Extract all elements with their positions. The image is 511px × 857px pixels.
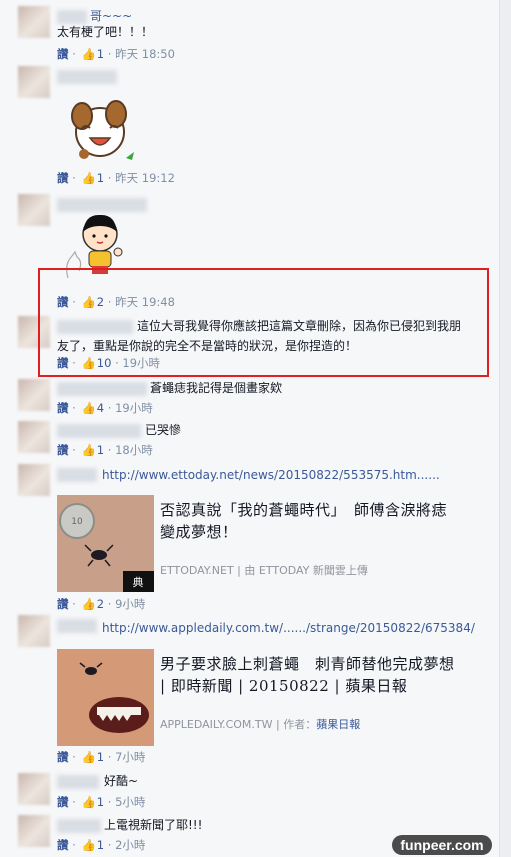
blurred-name	[57, 775, 99, 789]
avatar[interactable]	[18, 421, 50, 453]
timestamp[interactable]: 19小時	[115, 401, 153, 415]
comment-link[interactable]: http://www.ettoday.net/news/20150822/553…	[102, 468, 440, 482]
link-preview[interactable]: 10 典 否認真說「我的蒼蠅時代」 師傅含淚將痣變成夢想！ ETTODAY.NE…	[57, 495, 477, 595]
like-link[interactable]: 讚	[57, 171, 69, 185]
like-count[interactable]: 1	[97, 443, 104, 457]
like-count[interactable]: 4	[97, 401, 104, 415]
like-link[interactable]: 讚	[57, 401, 69, 415]
crying-dog-sticker	[71, 100, 134, 160]
avatar[interactable]	[18, 379, 50, 411]
comment-text: 蒼蠅痣我記得是個畫家欸	[150, 381, 283, 395]
like-count[interactable]: 1	[97, 47, 104, 61]
watermark: funpeer.com	[392, 835, 492, 855]
thumbs-up-icon: 👍	[81, 47, 96, 61]
preview-author[interactable]: 蘋果日報	[316, 718, 360, 731]
preview-author-label: 作者：	[283, 718, 317, 731]
preview-title[interactable]: 男子要求臉上刺蒼蠅 刺青師替他完成夢想 | 即時新聞 | 20150822 | …	[160, 653, 460, 697]
comment-meta: 讚 · 👍4 · 19小時	[57, 401, 153, 415]
comment-feed: 哥~~~ 太有梗了吧！！！ 讚 · 👍1 · 昨天 18:50 讚 · 👍1 ·…	[0, 0, 500, 857]
avatar[interactable]	[18, 464, 50, 496]
like-link[interactable]: 讚	[57, 597, 69, 611]
commenter-name[interactable]: 哥~~~	[90, 8, 132, 25]
comment-text: 好酷~	[104, 774, 139, 788]
thumbs-up-icon: 👍	[81, 401, 96, 415]
like-link[interactable]: 讚	[57, 838, 69, 852]
comment-text: 已哭慘	[145, 423, 182, 437]
preview-source: APPLEDAILY.COM.TW | 作者：蘋果日報	[160, 718, 361, 731]
thumbs-up-icon: 👍	[81, 750, 96, 764]
like-link[interactable]: 讚	[57, 750, 69, 764]
comment-meta: 讚 · 👍1 · 昨天 18:50	[57, 47, 175, 61]
comment-text: 太有梗了吧！！！	[57, 25, 154, 39]
svg-text:典: 典	[133, 575, 144, 589]
comment-meta: 讚 · 👍1 · 昨天 19:12	[57, 171, 175, 185]
avatar[interactable]	[18, 615, 50, 647]
like-count[interactable]: 1	[97, 171, 104, 185]
blurred-name	[57, 10, 87, 24]
comment-meta: 讚 · 👍1 · 7小時	[57, 750, 146, 764]
thumbs-up-icon: 👍	[81, 795, 96, 809]
avatar[interactable]	[18, 773, 50, 805]
like-count[interactable]: 1	[97, 838, 104, 852]
like-link[interactable]: 讚	[57, 795, 69, 809]
thumbs-up-icon: 👍	[81, 171, 96, 185]
preview-thumbnail: 10 典	[57, 495, 154, 592]
comment-meta: 讚 · 👍1 · 5小時	[57, 795, 146, 809]
blurred-name	[57, 70, 117, 84]
svg-text:10: 10	[71, 517, 83, 527]
comment-meta: 讚 · 👍2 · 9小時	[57, 597, 146, 611]
preview-thumbnail	[57, 649, 154, 746]
timestamp[interactable]: 7小時	[115, 750, 145, 764]
preview-title[interactable]: 否認真說「我的蒼蠅時代」 師傅含淚將痣變成夢想！	[160, 499, 460, 543]
comment-meta: 讚 · 👍1 · 18小時	[57, 443, 153, 457]
timestamp[interactable]: 18小時	[115, 443, 153, 457]
avatar[interactable]	[18, 194, 50, 226]
link-preview[interactable]: 男子要求臉上刺蒼蠅 刺青師替他完成夢想 | 即時新聞 | 20150822 | …	[57, 649, 477, 749]
thumbs-up-icon: 👍	[81, 597, 96, 611]
thumbs-up-icon: 👍	[81, 838, 96, 852]
like-count[interactable]: 1	[97, 750, 104, 764]
comment-text: 上電視新聞了耶!!!	[104, 818, 203, 832]
preview-source: ETTODAY.NET | 由 ETTODAY 新聞雲上傳	[160, 564, 368, 577]
blurred-name	[57, 424, 141, 438]
timestamp[interactable]: 昨天 19:12	[115, 171, 175, 185]
comment-meta: 讚 · 👍1 · 2小時	[57, 838, 146, 852]
timestamp[interactable]: 5小時	[115, 795, 145, 809]
timestamp[interactable]: 昨天 18:50	[115, 47, 175, 61]
like-count[interactable]: 2	[97, 597, 104, 611]
like-link[interactable]: 讚	[57, 47, 69, 61]
timestamp[interactable]: 2小時	[115, 838, 145, 852]
scrollbar[interactable]	[500, 0, 511, 857]
blurred-name	[57, 619, 97, 633]
highlight-box	[38, 268, 489, 377]
thumbs-up-icon: 👍	[81, 443, 96, 457]
blurred-name	[57, 819, 101, 833]
like-count[interactable]: 1	[97, 795, 104, 809]
avatar[interactable]	[18, 66, 50, 98]
comment-link[interactable]: http://www.appledaily.com.tw/....../stra…	[102, 621, 475, 635]
timestamp[interactable]: 9小時	[115, 597, 145, 611]
preview-domain: APPLEDAILY.COM.TW	[160, 718, 273, 731]
like-link[interactable]: 讚	[57, 443, 69, 457]
avatar[interactable]	[18, 815, 50, 847]
blurred-name	[57, 468, 97, 482]
avatar[interactable]	[18, 6, 50, 38]
blurred-name	[57, 382, 147, 396]
